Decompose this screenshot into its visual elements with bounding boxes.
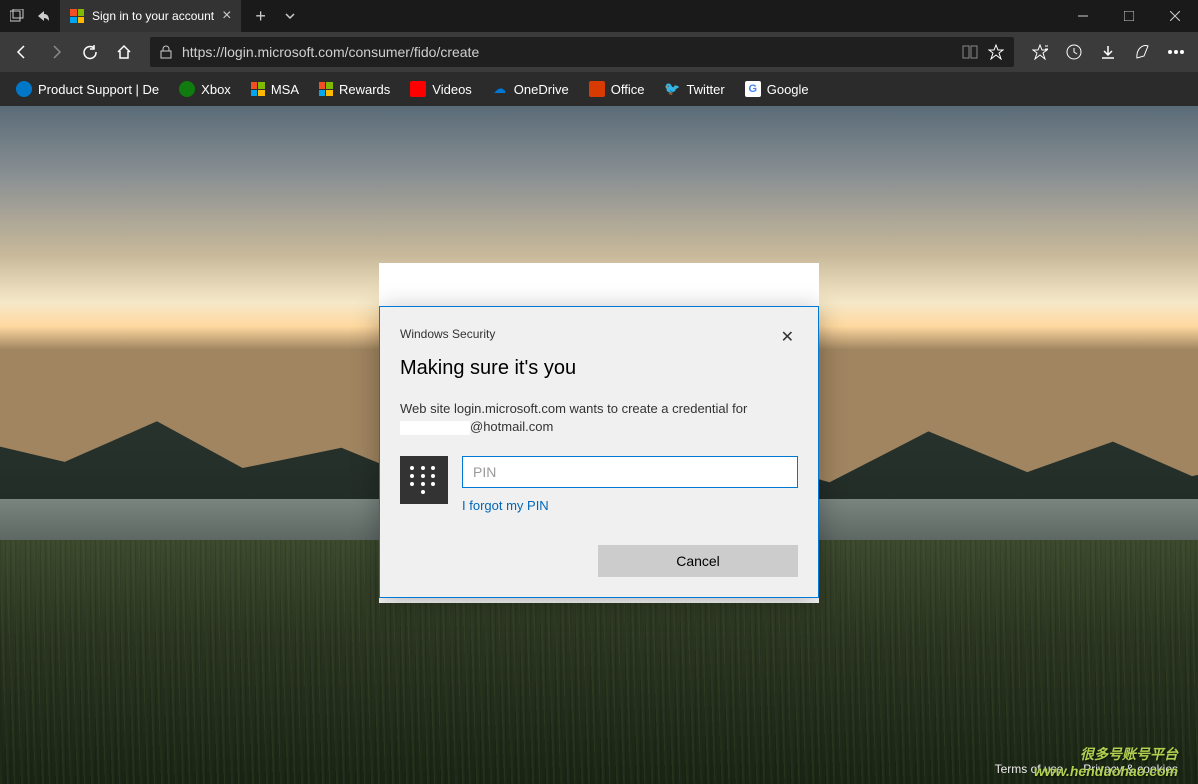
more-icon[interactable] <box>1168 50 1184 54</box>
tabs-icon[interactable] <box>10 9 24 23</box>
bookmark-videos[interactable]: Videos <box>402 77 480 101</box>
bookmark-onedrive[interactable]: ☁OneDrive <box>484 77 577 101</box>
favorites-icon[interactable] <box>1032 44 1048 60</box>
bookmark-google[interactable]: GGoogle <box>737 77 817 101</box>
history-icon[interactable] <box>1066 44 1082 60</box>
pin-pad-icon <box>400 456 448 504</box>
titlebar: Sign in to your account × + <box>0 0 1198 32</box>
dialog-label: Windows Security <box>400 327 495 341</box>
downloads-icon[interactable] <box>1100 44 1116 60</box>
refresh-button[interactable] <box>82 44 98 60</box>
terms-link[interactable]: Terms of use <box>995 762 1064 776</box>
bookmark-twitter[interactable]: 🐦Twitter <box>656 77 732 101</box>
microsoft-logo-icon <box>251 82 265 96</box>
window-close-button[interactable] <box>1152 0 1198 32</box>
bookmark-office[interactable]: Office <box>581 77 653 101</box>
share-icon[interactable] <box>36 9 50 23</box>
lock-icon <box>160 45 172 59</box>
url-bar[interactable]: https://login.microsoft.com/consumer/fid… <box>150 37 1014 67</box>
redacted-username <box>400 421 470 435</box>
back-button[interactable] <box>14 44 30 60</box>
cancel-button[interactable]: Cancel <box>598 545 798 577</box>
maximize-button[interactable] <box>1106 0 1152 32</box>
microsoft-logo-icon <box>70 9 84 23</box>
bookmarks-bar: Product Support | De Xbox MSA Rewards Vi… <box>0 72 1198 106</box>
bookmark-msa[interactable]: MSA <box>243 78 307 101</box>
tab-title: Sign in to your account <box>92 9 214 23</box>
favorite-star-icon[interactable] <box>988 44 1004 60</box>
home-button[interactable] <box>116 44 132 60</box>
dialog-close-icon[interactable]: ✕ <box>777 327 798 347</box>
forgot-pin-link[interactable]: I forgot my PIN <box>462 498 549 513</box>
bookmark-rewards[interactable]: Rewards <box>311 78 398 101</box>
dialog-description: Web site login.microsoft.com wants to cr… <box>400 400 798 436</box>
tab-chevron-down-icon[interactable] <box>284 10 296 22</box>
notes-icon[interactable] <box>1134 44 1150 60</box>
page-viewport: Terms of use Privacy & cookies 很多号账号平台 w… <box>0 106 1198 784</box>
footer-links: Terms of use Privacy & cookies <box>995 762 1178 776</box>
bookmark-product-support[interactable]: Product Support | De <box>8 77 167 101</box>
forward-button[interactable] <box>48 44 64 60</box>
dialog-title: Making sure it's you <box>400 357 798 380</box>
url-text: https://login.microsoft.com/consumer/fid… <box>182 44 952 60</box>
pin-input[interactable] <box>462 456 798 488</box>
reading-view-icon[interactable] <box>962 45 978 59</box>
privacy-link[interactable]: Privacy & cookies <box>1083 762 1178 776</box>
microsoft-logo-icon <box>319 82 333 96</box>
tab-close-icon[interactable]: × <box>222 7 231 25</box>
windows-security-dialog: Windows Security ✕ Making sure it's you … <box>379 306 819 598</box>
minimize-button[interactable] <box>1060 0 1106 32</box>
browser-tab[interactable]: Sign in to your account × <box>60 0 241 32</box>
new-tab-button[interactable]: + <box>255 6 266 27</box>
toolbar: https://login.microsoft.com/consumer/fid… <box>0 32 1198 72</box>
bookmark-xbox[interactable]: Xbox <box>171 77 239 101</box>
